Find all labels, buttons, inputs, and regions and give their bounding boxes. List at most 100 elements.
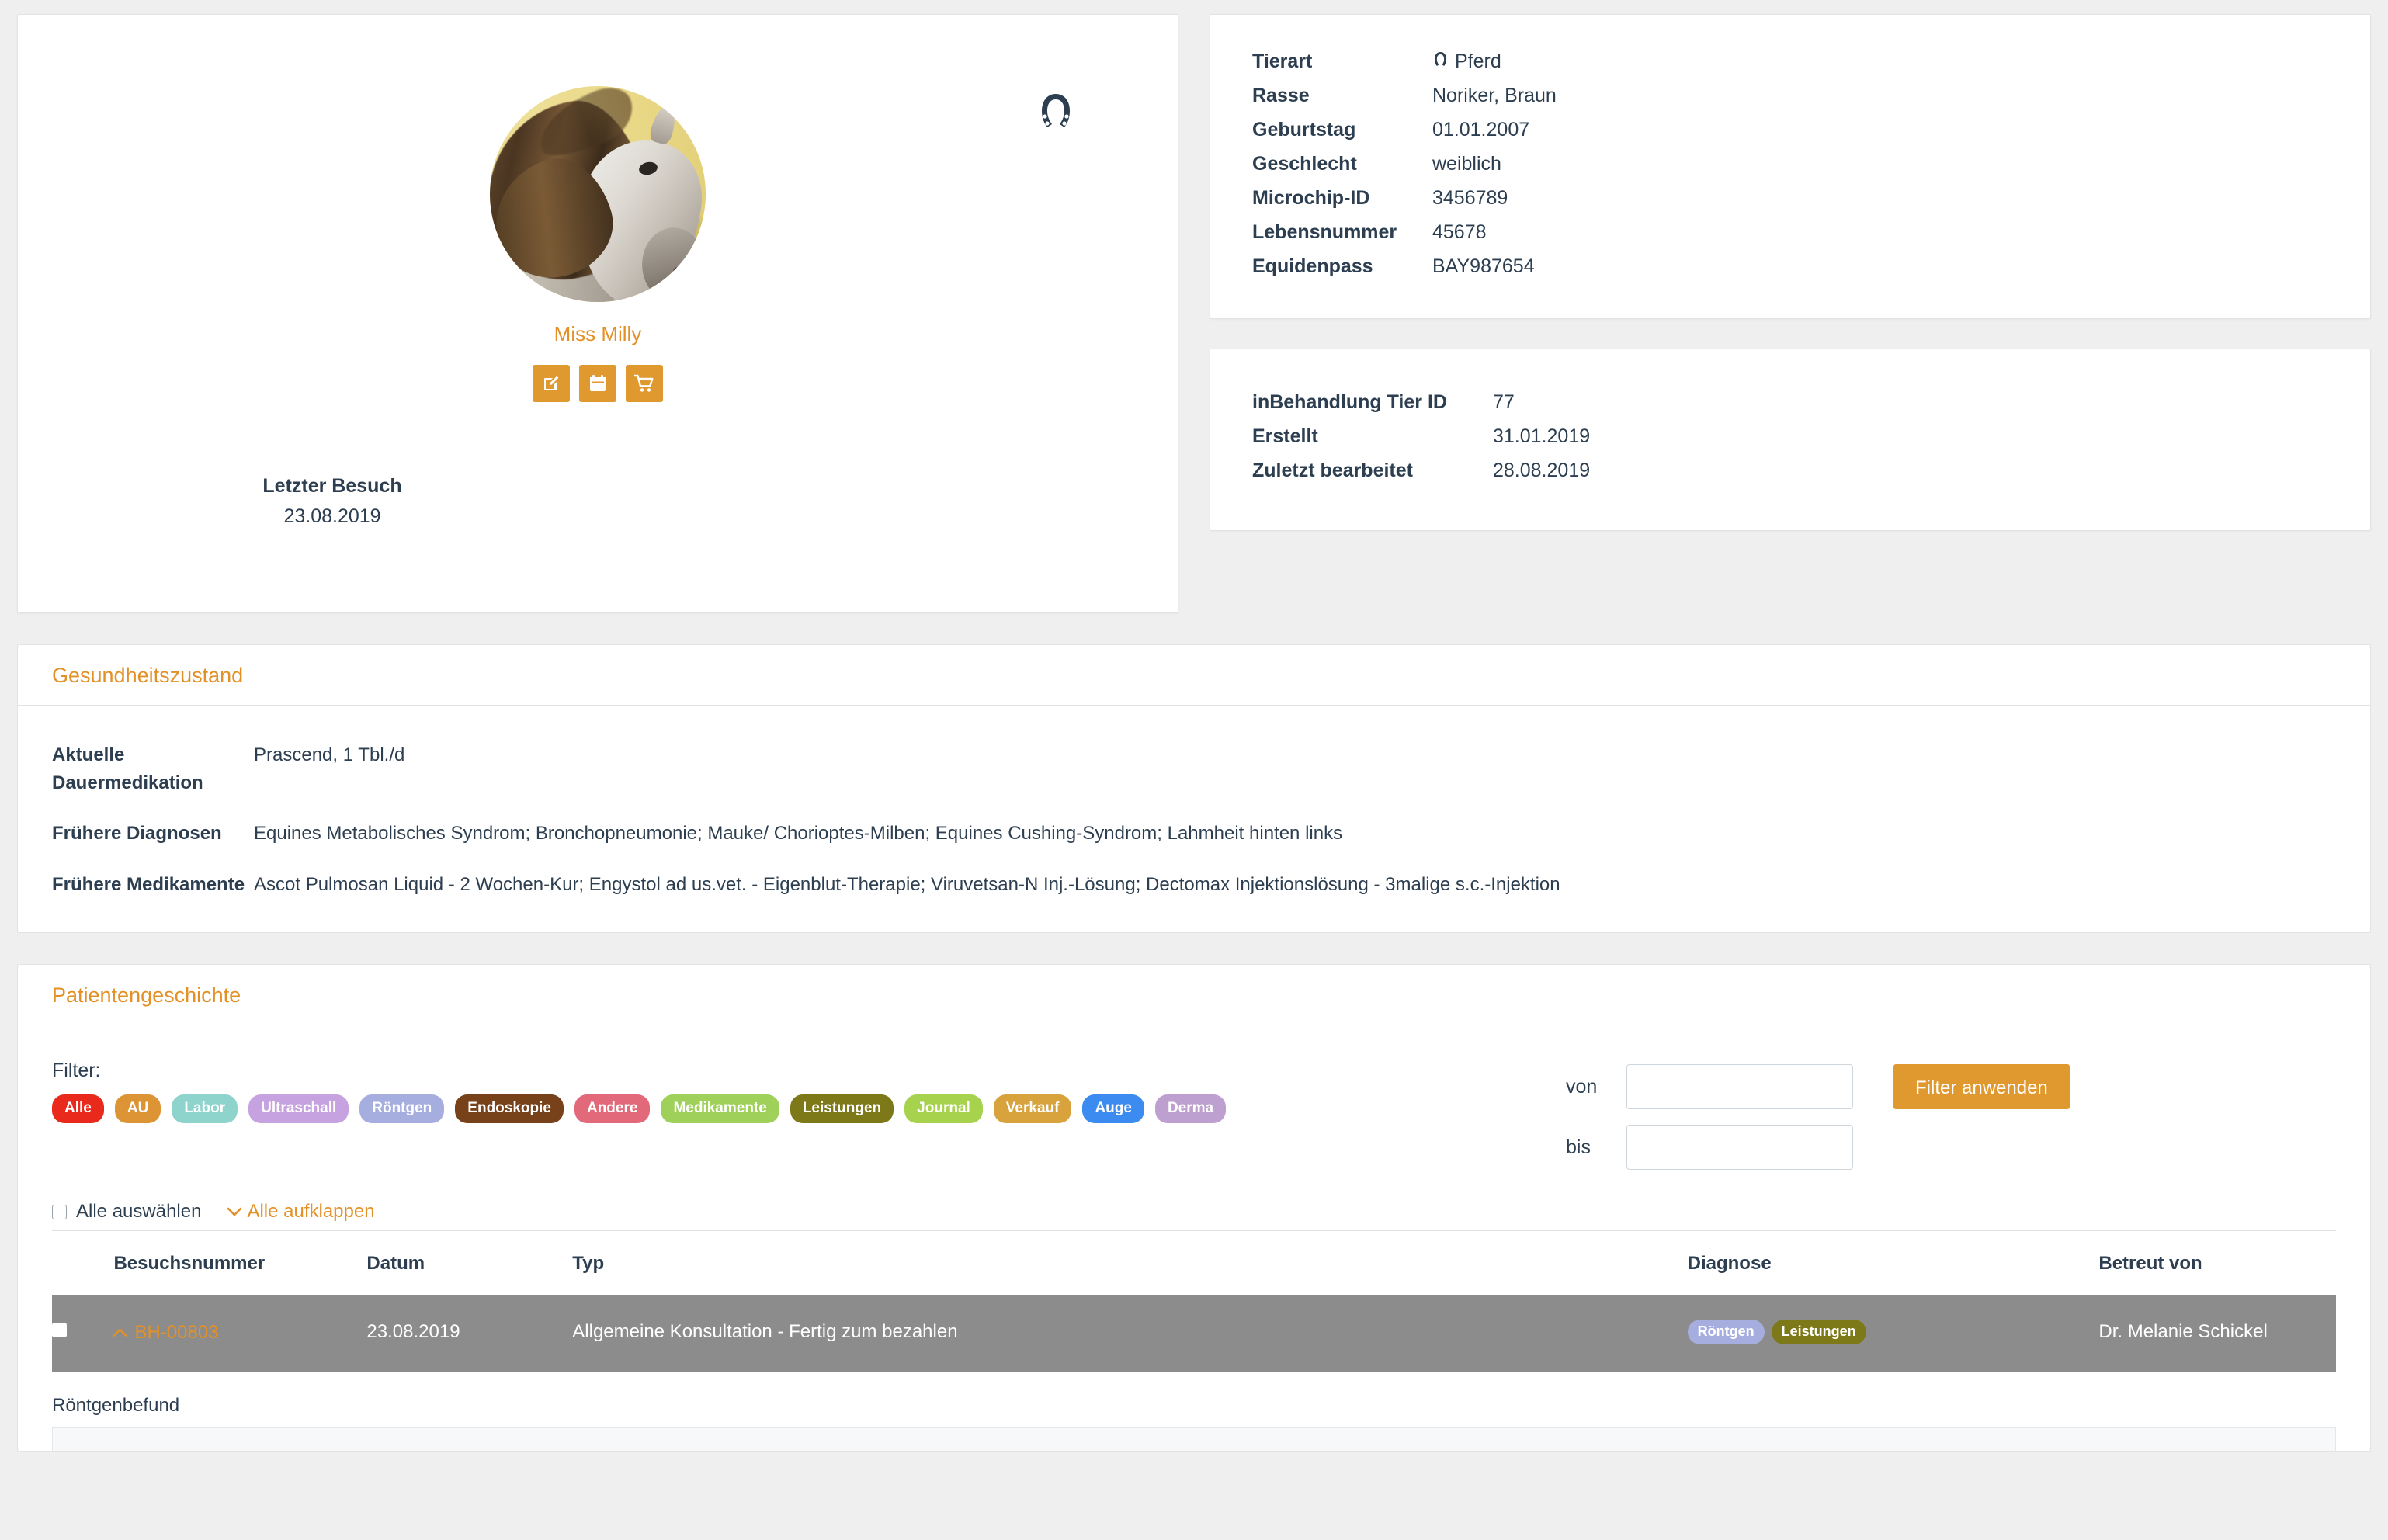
expand-all-label: Alle aufklappen — [247, 1201, 375, 1223]
detail-title: Röntgenbefund — [52, 1394, 180, 1416]
date-from-input[interactable] — [1626, 1064, 1853, 1110]
meta-row-tier-id: inBehandlung Tier ID 77 — [1252, 391, 2328, 414]
filter-tag-list: Alle AU Labor Ultraschall Röntgen Endoskopie A… — [52, 1094, 1566, 1124]
info-column: Tierart Pferd Rasse Noriker, Braun Gebur — [1210, 14, 2371, 613]
table-row[interactable]: BH-00803 23.08.2019 Allgemeine Konsultat… — [52, 1295, 2336, 1372]
select-all-checkbox[interactable] — [52, 1204, 67, 1219]
patient-detail-page: Miss Milly Letzter Besuch 23.08.2019 Tie… — [0, 0, 2388, 1540]
detail-value: Noriker, Braun — [1432, 85, 1557, 106]
filter-tag[interactable]: Medikamente — [661, 1094, 779, 1124]
sell-button[interactable] — [626, 365, 663, 402]
detail-row-geschlecht: Geschlecht weiblich — [1252, 153, 2328, 175]
filter-tag[interactable]: Ultraschall — [248, 1094, 349, 1124]
filter-tag[interactable]: Röntgen — [359, 1094, 445, 1124]
row-checkbox[interactable] — [52, 1322, 67, 1337]
pet-action-buttons — [18, 365, 1178, 402]
row-badge: Leistungen — [1771, 1319, 1866, 1344]
chevron-down-icon — [227, 1207, 242, 1216]
detail-value: 45678 — [1432, 221, 1487, 243]
health-row-diagnoses: Frühere Diagnosen Equines Metabolisches … — [52, 820, 2336, 848]
bulk-actions-row: Alle auswählen Alle aufklappen — [18, 1174, 2370, 1230]
detail-row-geburtstag: Geburtstag 01.01.2007 — [1252, 119, 2328, 141]
horseshoe-icon — [1432, 51, 1449, 69]
edit-button[interactable] — [533, 365, 570, 402]
tag-filter-group: Filter: Alle AU Labor Ultraschall Röntgen End… — [52, 1060, 1566, 1170]
row-vet: Dr. Melanie Schickel — [2098, 1321, 2268, 1343]
avatar — [490, 86, 706, 302]
row-date: 23.08.2019 — [366, 1320, 460, 1342]
meta-value: 28.08.2019 — [1493, 460, 1591, 481]
meta-value: 31.01.2019 — [1493, 425, 1591, 447]
date-from-label: von — [1566, 1075, 1598, 1098]
filter-tag[interactable]: Journal — [904, 1094, 983, 1124]
detail-key: Tierart — [1252, 50, 1313, 72]
detail-key: Microchip-ID — [1252, 187, 1370, 209]
row-badge: Röntgen — [1687, 1319, 1765, 1344]
filter-tag[interactable]: Derma — [1154, 1094, 1227, 1124]
pet-details-card: Tierart Pferd Rasse Noriker, Braun Gebur — [1210, 14, 2371, 319]
health-panel-body: Aktuelle Dauermedikation Prascend, 1 Tbl… — [18, 706, 2370, 932]
detail-row-rasse: Rasse Noriker, Braun — [1252, 85, 2328, 107]
filter-tag[interactable]: Auge — [1082, 1094, 1144, 1124]
date-to-row: bis — [1566, 1125, 2070, 1171]
health-key: Aktuelle Dauermedikation — [52, 744, 203, 793]
last-visit-block: Letzter Besuch 23.08.2019 — [18, 471, 647, 532]
calendar-icon — [589, 374, 606, 393]
health-panel-title: Gesundheitszustand — [18, 645, 2370, 706]
meta-key: Erstellt — [1252, 425, 1318, 447]
detail-value: 3456789 — [1432, 187, 1508, 209]
history-table-wrap: Besuchsnummer Datum Typ Diagnose Betreut… — [18, 1230, 2370, 1372]
detail-value: Pferd — [1455, 50, 1501, 72]
filter-tag[interactable]: AU — [114, 1094, 161, 1124]
detail-row-lebensnummer: Lebensnummer 45678 — [1252, 221, 2328, 244]
last-visit-label: Letzter Besuch — [262, 475, 402, 497]
detail-key: Geburtstag — [1252, 119, 1356, 140]
date-to-input[interactable] — [1626, 1125, 1853, 1171]
appointment-button[interactable] — [579, 365, 616, 402]
health-panel: Gesundheitszustand Aktuelle Dauermedikat… — [17, 644, 2371, 934]
detail-content-box — [52, 1427, 2336, 1451]
row-diagnose-cell: Röntgen Leistungen — [1687, 1295, 2099, 1372]
health-value: Equines Metabolisches Syndrom; Bronchopn… — [254, 823, 1343, 845]
date-filter-group: von Filter anwenden bis — [1566, 1060, 2070, 1171]
filter-tag[interactable]: Labor — [172, 1094, 238, 1124]
top-section: Miss Milly Letzter Besuch 23.08.2019 Tie… — [0, 0, 2388, 613]
filter-tag[interactable]: Leistungen — [790, 1094, 894, 1124]
filter-tag[interactable]: Verkauf — [993, 1094, 1072, 1124]
history-table: Besuchsnummer Datum Typ Diagnose Betreut… — [52, 1230, 2336, 1372]
meta-key: Zuletzt bearbeitet — [1252, 460, 1413, 481]
detail-row-equidenpass: Equidenpass BAY987654 — [1252, 255, 2328, 278]
expand-all-button[interactable]: Alle aufklappen — [227, 1201, 375, 1223]
filter-tag[interactable]: Endoskopie — [455, 1094, 564, 1124]
row-select-cell — [52, 1295, 113, 1372]
visit-link[interactable]: BH-00803 — [113, 1321, 219, 1344]
detail-key: Geschlecht — [1252, 153, 1357, 175]
detail-row-microchip: Microchip-ID 3456789 — [1252, 187, 2328, 210]
apply-filter-button[interactable]: Filter anwenden — [1893, 1064, 2070, 1110]
history-panel-title: Patientengeschichte — [18, 965, 2370, 1026]
health-row-medication: Aktuelle Dauermedikation Prascend, 1 Tbl… — [52, 741, 2336, 796]
meta-row-erstellt: Erstellt 31.01.2019 — [1252, 425, 2328, 448]
column-datum: Datum — [366, 1230, 573, 1296]
date-from-row: von Filter anwenden — [1566, 1064, 2070, 1110]
health-key: Frühere Medikamente — [52, 873, 245, 895]
meta-value: 77 — [1493, 391, 1515, 413]
filter-tag[interactable]: Alle — [52, 1094, 104, 1124]
pet-profile-card: Miss Milly Letzter Besuch 23.08.2019 — [17, 14, 1178, 613]
history-filter-area: Filter: Alle AU Labor Ultraschall Röntgen End… — [18, 1025, 2370, 1174]
column-diagnose: Diagnose — [1687, 1230, 2099, 1296]
filter-tag[interactable]: Andere — [574, 1094, 651, 1124]
filter-label: Filter: — [52, 1060, 101, 1082]
select-all-label: Alle auswählen — [76, 1201, 202, 1223]
detail-value: weiblich — [1432, 153, 1501, 175]
health-value: Prascend, 1 Tbl./d — [254, 744, 405, 765]
pencil-square-icon — [542, 374, 561, 393]
row-badge-list: Röntgen Leistungen — [1687, 1319, 2099, 1344]
visit-number: BH-00803 — [134, 1321, 219, 1343]
detail-key: Equidenpass — [1252, 255, 1373, 277]
chevron-up-icon — [113, 1328, 127, 1337]
detail-value: BAY987654 — [1432, 255, 1535, 277]
pet-name: Miss Milly — [554, 322, 642, 345]
column-typ: Typ — [572, 1230, 1688, 1296]
health-row-medicines: Frühere Medikamente Ascot Pulmosan Liqui… — [52, 871, 2336, 899]
